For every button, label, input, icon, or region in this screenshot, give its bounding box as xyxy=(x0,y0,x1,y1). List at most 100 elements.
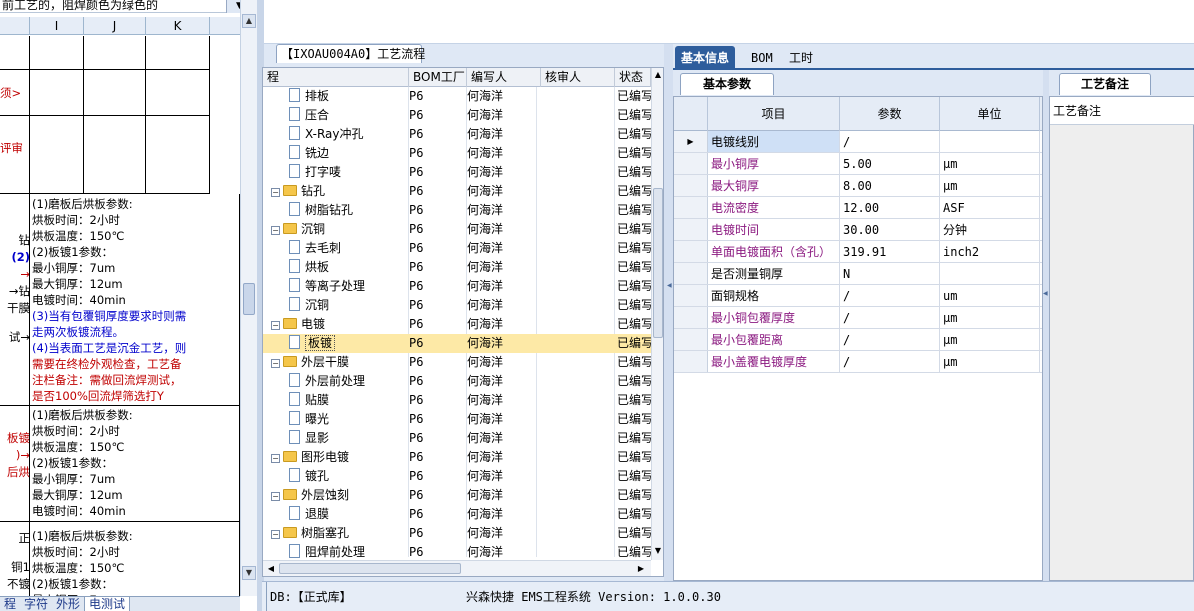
tree-header-bom-factory[interactable]: BOM工厂 xyxy=(409,68,467,87)
tree-row[interactable]: 排板 P6 何海洋 已编写 xyxy=(263,87,651,106)
tree-row[interactable]: 镀孔 P6 何海洋 已编写 xyxy=(263,467,651,486)
param-row[interactable]: ▶ 电镀线别 / xyxy=(674,131,1042,153)
collapse-icon[interactable]: − xyxy=(271,321,280,330)
tree-node[interactable]: 镀孔 xyxy=(263,467,405,486)
row-selector[interactable] xyxy=(674,307,708,328)
tree-header-reviewer[interactable]: 核审人 xyxy=(541,68,615,87)
collapse-icon[interactable]: − xyxy=(271,454,280,463)
tree-node[interactable]: 等离子处理 xyxy=(263,277,405,296)
formula-bar[interactable]: 前工艺的，阻焊颜色为绿色的 xyxy=(0,0,240,13)
sheet-cell[interactable]: 钻 (2) → →钻 干膜 试→ xyxy=(0,194,30,406)
param-row[interactable]: 单面电镀面积（含孔） 319.91 inch2 xyxy=(674,241,1042,263)
tree-node[interactable]: − 树脂塞孔 xyxy=(263,524,405,543)
row-selector[interactable] xyxy=(674,219,708,240)
param-row[interactable]: 电镀时间 30.00 分钟 xyxy=(674,219,1042,241)
sheet-tab[interactable]: 外形 xyxy=(52,597,84,611)
tab-process-flow[interactable]: 【IXOAU004A0】工艺流程 xyxy=(276,44,425,63)
param-row[interactable]: 最小铜包覆厚度 / μm xyxy=(674,307,1042,329)
collapse-icon[interactable]: − xyxy=(271,530,280,539)
tab-process-remarks[interactable]: 工艺备注 xyxy=(1059,73,1151,95)
tree-row[interactable]: 压合 P6 何海洋 已编写 xyxy=(263,106,651,125)
param-value[interactable]: / xyxy=(840,351,940,372)
collapse-icon[interactable]: − xyxy=(271,492,280,501)
tree-node[interactable]: 打字唛 xyxy=(263,163,405,182)
param-value[interactable]: / xyxy=(840,329,940,350)
row-selector[interactable] xyxy=(674,285,708,306)
param-value[interactable]: 30.00 xyxy=(840,219,940,240)
param-value[interactable]: 12.00 xyxy=(840,197,940,218)
tree-node[interactable]: 板镀 xyxy=(263,334,405,353)
tree-horizontal-scrollbar[interactable]: ◀ ▶ xyxy=(263,560,651,576)
row-selector[interactable] xyxy=(674,175,708,196)
tree-node[interactable]: − 电镀 xyxy=(263,315,405,334)
sheet-cell[interactable]: 正 铜1 不镀 xyxy=(0,522,30,598)
tree-row[interactable]: 退膜 P6 何海洋 已编写 xyxy=(263,505,651,524)
column-header-j[interactable]: J xyxy=(84,17,146,35)
tree-row[interactable]: − 钻孔 P6 何海洋 已编写 xyxy=(263,182,651,201)
sheet-cell[interactable] xyxy=(30,70,84,116)
row-selector[interactable] xyxy=(674,153,708,174)
param-row[interactable]: 最大铜厚 8.00 μm xyxy=(674,175,1042,197)
tree-scroll-thumb[interactable] xyxy=(653,188,663,338)
tree-row[interactable]: 烘板 P6 何海洋 已编写 xyxy=(263,258,651,277)
tree-node[interactable]: 外层前处理 xyxy=(263,372,405,391)
tree-row[interactable]: 等离子处理 P6 何海洋 已编写 xyxy=(263,277,651,296)
tab-basic-info[interactable]: 基本信息 xyxy=(675,46,736,70)
tree-row[interactable]: − 图形电镀 P6 何海洋 已编写 xyxy=(263,448,651,467)
tree-node[interactable]: 排板 xyxy=(263,87,405,106)
param-row[interactable]: 最小包覆距离 / μm xyxy=(674,329,1042,351)
grid-header-unit[interactable]: 单位 xyxy=(940,97,1040,131)
tree-header-author[interactable]: 编写人 xyxy=(467,68,541,87)
tree-vertical-scrollbar[interactable]: ▲ ▼ xyxy=(651,68,663,560)
tree-node[interactable]: 退膜 xyxy=(263,505,405,524)
grid-header-item[interactable]: 项目 xyxy=(708,97,840,131)
sheet-cell[interactable] xyxy=(30,36,84,70)
current-row-icon[interactable]: ▶ xyxy=(674,131,708,152)
tree-node[interactable]: − 钻孔 xyxy=(263,182,405,201)
tree-node[interactable]: 压合 xyxy=(263,106,405,125)
tree-row[interactable]: − 沉铜 P6 何海洋 已编写 xyxy=(263,220,651,239)
param-value[interactable]: / xyxy=(840,307,940,328)
tree-row[interactable]: 板镀 P6 何海洋 已编写 xyxy=(263,334,651,353)
tree-row[interactable]: 显影 P6 何海洋 已编写 xyxy=(263,429,651,448)
sheet-cell[interactable]: 须> xyxy=(0,70,30,116)
tree-row[interactable]: − 外层干膜 P6 何海洋 已编写 xyxy=(263,353,651,372)
collapse-icon[interactable]: − xyxy=(271,188,280,197)
tree-row[interactable]: 打字唛 P6 何海洋 已编写 xyxy=(263,163,651,182)
tree-row[interactable]: 去毛刺 P6 何海洋 已编写 xyxy=(263,239,651,258)
process-notes-cell[interactable]: (1)磨板后烘板参数:烘板时间：2小时烘板温度：150℃(2)板镀1参数：最小铜… xyxy=(30,522,240,598)
param-value[interactable]: N xyxy=(840,263,940,284)
sheet-tab[interactable]: 字符 xyxy=(20,597,52,611)
tree-node[interactable]: 显影 xyxy=(263,429,405,448)
tree-row[interactable]: − 树脂塞孔 P6 何海洋 已编写 xyxy=(263,524,651,543)
param-value[interactable]: 5.00 xyxy=(840,153,940,174)
sheet-tab[interactable]: 程 xyxy=(0,597,20,611)
tree-node[interactable]: − 图形电镀 xyxy=(263,448,405,467)
tree-node[interactable]: X-Ray冲孔 xyxy=(263,125,405,144)
param-row[interactable]: 最小盖覆电镀厚度 / μm xyxy=(674,351,1042,373)
tree-row[interactable]: 铣边 P6 何海洋 已编写 xyxy=(263,144,651,163)
tree-header-process[interactable]: 程 xyxy=(263,68,409,87)
tree-node[interactable]: 贴膜 xyxy=(263,391,405,410)
tree-row[interactable]: − 电镀 P6 何海洋 已编写 xyxy=(263,315,651,334)
tree-hscroll-thumb[interactable] xyxy=(279,563,461,574)
sheet-cell[interactable] xyxy=(84,70,146,116)
row-selector[interactable] xyxy=(674,351,708,372)
tree-header-status[interactable]: 状态 xyxy=(615,68,651,87)
tab-labor-hours[interactable]: 工时 xyxy=(783,46,819,70)
scroll-up-icon[interactable]: ▲ xyxy=(242,14,256,28)
scroll-left-icon[interactable]: ◀ xyxy=(265,562,277,575)
tab-bom[interactable]: BOM xyxy=(745,46,779,70)
param-row[interactable]: 是否测量铜厚 N xyxy=(674,263,1042,285)
sheet-tab-active[interactable]: 电测试 xyxy=(84,597,131,611)
sheet-scroll-thumb[interactable] xyxy=(243,283,255,315)
tree-row[interactable]: 树脂钻孔 P6 何海洋 已编写 xyxy=(263,201,651,220)
tab-basic-parameters[interactable]: 基本参数 xyxy=(680,73,774,95)
tree-row[interactable]: 贴膜 P6 何海洋 已编写 xyxy=(263,391,651,410)
param-row[interactable]: 电流密度 12.00 ASF xyxy=(674,197,1042,219)
param-value[interactable]: 319.91 xyxy=(840,241,940,262)
tree-row[interactable]: − 外层蚀刻 P6 何海洋 已编写 xyxy=(263,486,651,505)
param-value[interactable]: / xyxy=(840,131,940,152)
tree-node[interactable]: 沉铜 xyxy=(263,296,405,315)
param-row[interactable]: 面铜规格 / um xyxy=(674,285,1042,307)
